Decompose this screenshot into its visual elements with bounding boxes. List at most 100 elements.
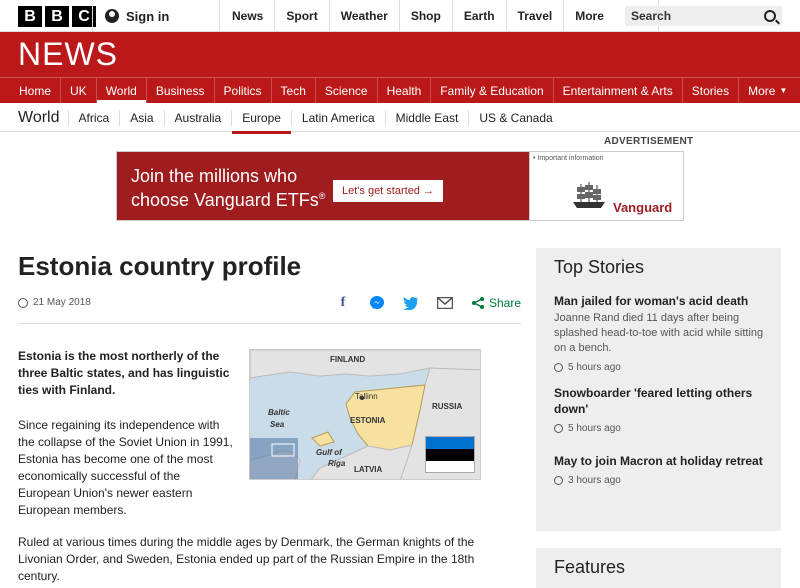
share-button[interactable]: Share — [471, 296, 521, 310]
top-nav: News Sport Weather Shop Earth Travel Mor… — [221, 0, 660, 32]
clock-icon — [554, 424, 563, 433]
ad-line2: choose Vanguard ETFs — [131, 190, 319, 210]
ad-line1: Join the millions who — [131, 166, 298, 186]
estonia-flag — [425, 436, 475, 473]
nav-entertainment-arts[interactable]: Entertainment & Arts — [554, 78, 683, 103]
email-icon[interactable] — [436, 296, 453, 310]
story-time-text: 3 hours ago — [568, 475, 621, 486]
map-label-finland: FINLAND — [330, 355, 366, 364]
story-time: 3 hours ago — [554, 475, 769, 486]
story-title[interactable]: May to join Macron at holiday retreat — [554, 453, 769, 469]
twitter-icon[interactable] — [402, 296, 419, 310]
article-meta: 21 May 2018 f Share — [18, 294, 521, 324]
search-placeholder: Search — [631, 9, 672, 23]
ship-icon — [573, 182, 605, 208]
search-input[interactable]: Search — [625, 6, 782, 26]
nav-health[interactable]: Health — [378, 78, 432, 103]
main-nav: Home UK World Business Politics Tech Sci… — [0, 77, 800, 103]
top-nav-shop[interactable]: Shop — [400, 0, 453, 32]
sign-in-label: Sign in — [126, 8, 170, 24]
date-text: 21 May 2018 — [33, 297, 91, 308]
facebook-icon[interactable]: f — [335, 295, 351, 310]
clock-icon — [554, 363, 563, 372]
subnav-asia[interactable]: Asia — [119, 109, 163, 126]
map-label-tallinn: Tallinn — [355, 392, 378, 401]
map-label-russia: RUSSIA — [432, 402, 463, 411]
clock-icon — [554, 476, 563, 485]
share-label: Share — [488, 296, 521, 310]
story-time-text: 5 hours ago — [568, 423, 621, 434]
ad-line2-wrap: choose Vanguard ETFs® — [131, 186, 325, 210]
sign-in-link[interactable]: Sign in — [92, 0, 220, 32]
flag-white-stripe — [426, 461, 474, 472]
ad-headline: Join the millions who choose Vanguard ET… — [131, 166, 325, 210]
nav-politics[interactable]: Politics — [215, 78, 272, 103]
subnav-europe[interactable]: Europe — [231, 109, 291, 134]
search-icon[interactable] — [764, 10, 776, 22]
subnav-latin-america[interactable]: Latin America — [290, 109, 385, 126]
flag-blue-stripe — [426, 437, 474, 449]
nav-family-education[interactable]: Family & Education — [431, 78, 554, 103]
features-title: Features — [554, 557, 626, 577]
nav-uk[interactable]: UK — [61, 78, 97, 103]
ad-divider — [529, 152, 530, 220]
top-stories-title: Top Stories — [554, 257, 645, 277]
advertisement-label: ADVERTISEMENT — [604, 136, 694, 147]
map-label-sea: Sea — [270, 420, 285, 429]
ad-reg: ® — [318, 191, 326, 201]
article-date: 21 May 2018 — [18, 297, 91, 308]
story-title[interactable]: Snowboarder 'feared letting others down' — [554, 385, 769, 417]
article-lead: Estonia is the most northerly of the thr… — [18, 349, 230, 397]
top-nav-more-label: More — [575, 9, 604, 23]
nav-stories[interactable]: Stories — [683, 78, 740, 103]
news-banner: NEWS — [0, 32, 800, 77]
story-title[interactable]: Man jailed for woman's acid death — [554, 293, 769, 309]
top-stories-panel: Top Stories Man jailed for woman's acid … — [536, 248, 781, 531]
bbc-logo-b1: B — [18, 6, 42, 27]
article-paragraph-2: Ruled at various times during the middle… — [18, 535, 475, 583]
top-nav-earth[interactable]: Earth — [453, 0, 507, 32]
story-time: 5 hours ago — [554, 423, 769, 434]
world-sub-nav: World Africa Asia Australia Europe Latin… — [0, 104, 800, 134]
map-label-riga: Riga — [328, 459, 346, 468]
ad-cta-button[interactable]: Let's get started → — [333, 180, 443, 202]
story-item[interactable]: May to join Macron at holiday retreat 3 … — [554, 453, 769, 486]
features-panel: Features — [536, 548, 781, 588]
nav-more[interactable]: More ▼ — [739, 78, 796, 103]
subnav-australia[interactable]: Australia — [163, 109, 232, 126]
top-nav-sport[interactable]: Sport — [275, 0, 330, 32]
nav-science[interactable]: Science — [316, 78, 378, 103]
subnav-us-canada[interactable]: US & Canada — [468, 109, 562, 126]
story-item[interactable]: Man jailed for woman's acid death Joanne… — [554, 293, 769, 373]
map-label-latvia: LATVIA — [354, 465, 383, 474]
vanguard-logo: Vanguard — [613, 200, 673, 215]
bbc-logo[interactable]: B B C — [18, 6, 96, 27]
vanguard-ad[interactable]: Join the millions who choose Vanguard ET… — [116, 151, 684, 221]
user-icon — [105, 9, 119, 23]
map-label-gulf: Gulf of — [316, 448, 342, 457]
nav-tech[interactable]: Tech — [272, 78, 316, 103]
top-nav-travel[interactable]: Travel — [507, 0, 565, 32]
ad-red-panel: Join the millions who choose Vanguard ET… — [117, 152, 529, 220]
share-icon — [471, 297, 484, 309]
nav-world[interactable]: World — [96, 78, 147, 103]
section-title[interactable]: World — [18, 109, 60, 127]
messenger-icon[interactable] — [369, 296, 385, 310]
subnav-middle-east[interactable]: Middle East — [384, 109, 469, 126]
ad-important-info[interactable]: • Important information — [533, 155, 604, 162]
article-paragraph: Since regaining its independence with th… — [18, 418, 233, 517]
map-label-estonia: ESTONIA — [350, 416, 386, 425]
nav-home[interactable]: Home — [10, 78, 62, 103]
top-nav-weather[interactable]: Weather — [330, 0, 400, 32]
bbc-logo-b2: B — [45, 6, 69, 27]
nav-business[interactable]: Business — [147, 78, 215, 103]
news-logo[interactable]: NEWS — [18, 36, 118, 73]
nav-more-label: More — [748, 83, 776, 98]
story-item[interactable]: Snowboarder 'feared letting others down'… — [554, 385, 769, 434]
subnav-africa[interactable]: Africa — [67, 109, 120, 126]
clock-icon — [18, 297, 28, 308]
page-title: Estonia country profile — [18, 251, 302, 281]
top-nav-news[interactable]: News — [221, 0, 276, 32]
story-summary: Joanne Rand died 11 days after being spl… — [554, 312, 764, 354]
story-time-text: 5 hours ago — [568, 362, 621, 373]
